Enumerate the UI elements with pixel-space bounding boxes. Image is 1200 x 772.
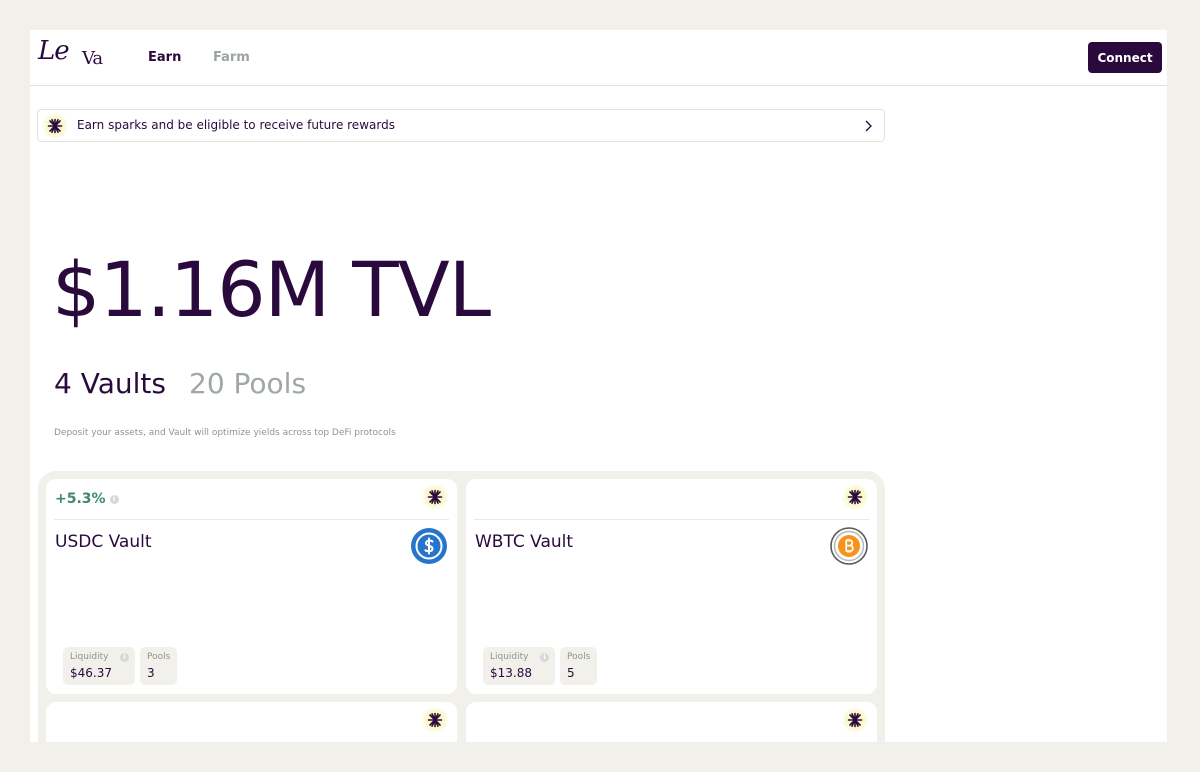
vault-card-wbtc[interactable]: WBTC Vault Liquidity i $13.88 Pools 5: [466, 479, 877, 694]
card-divider: [54, 519, 449, 520]
info-icon[interactable]: i: [120, 653, 129, 662]
usdc-icon: [410, 527, 448, 569]
liquidity-stat: Liquidity i $46.37: [63, 647, 135, 685]
pools-value: 5: [567, 666, 575, 680]
vault-card-4[interactable]: [466, 702, 877, 742]
spark-icon: [842, 484, 868, 510]
spark-icon: [842, 707, 868, 733]
total-value-locked: $1.16M TVL: [52, 245, 491, 334]
vault-name: WBTC Vault: [475, 532, 574, 552]
spark-icon: [422, 707, 448, 733]
liquidity-value: $46.37: [70, 666, 112, 680]
liquidity-label: Liquidity: [70, 652, 109, 662]
top-nav-bar: Le Va Earn Farm Connect: [30, 30, 1167, 86]
pools-label: Pools: [147, 652, 171, 662]
info-icon[interactable]: i: [540, 653, 549, 662]
chevron-right-icon: [863, 118, 873, 137]
liquidity-stat: Liquidity i $13.88: [483, 647, 555, 685]
pools-stat: Pools 5: [560, 647, 597, 685]
liquidity-value: $13.88: [490, 666, 532, 680]
nav-tab-earn[interactable]: Earn: [148, 50, 181, 65]
vaults-count: 4 Vaults: [54, 367, 166, 400]
spark-icon: [42, 113, 68, 139]
logo-text-top: Le: [38, 36, 70, 66]
vault-card-usdc[interactable]: +5.3% i USDC Vault Liquidity i $46.37 Po…: [46, 479, 457, 694]
leva-logo[interactable]: Le Va: [38, 36, 103, 69]
logo-text-bottom: Va: [82, 48, 103, 69]
apy-badge: +5.3% i: [55, 491, 119, 507]
sparks-rewards-banner[interactable]: Earn sparks and be eligible to receive f…: [37, 109, 885, 142]
pools-label: Pools: [567, 652, 591, 662]
hero-subtitle: Deposit your assets, and Vault will opti…: [54, 428, 396, 438]
vault-card-3[interactable]: [46, 702, 457, 742]
info-icon[interactable]: i: [109, 494, 119, 504]
card-divider: [474, 519, 869, 520]
banner-text: Earn sparks and be eligible to receive f…: [77, 118, 395, 132]
connect-wallet-button[interactable]: Connect: [1088, 42, 1162, 73]
pools-stat: Pools 3: [140, 647, 177, 685]
liquidity-label: Liquidity: [490, 652, 529, 662]
bitcoin-icon: [830, 527, 868, 569]
pools-count: 20 Pools: [189, 367, 307, 400]
nav-tab-farm[interactable]: Farm: [213, 50, 250, 65]
pools-value: 3: [147, 666, 155, 680]
app-window: Le Va Earn Farm Connect Earn sparks and …: [30, 30, 1167, 742]
spark-icon: [422, 484, 448, 510]
vault-name: USDC Vault: [55, 532, 152, 552]
